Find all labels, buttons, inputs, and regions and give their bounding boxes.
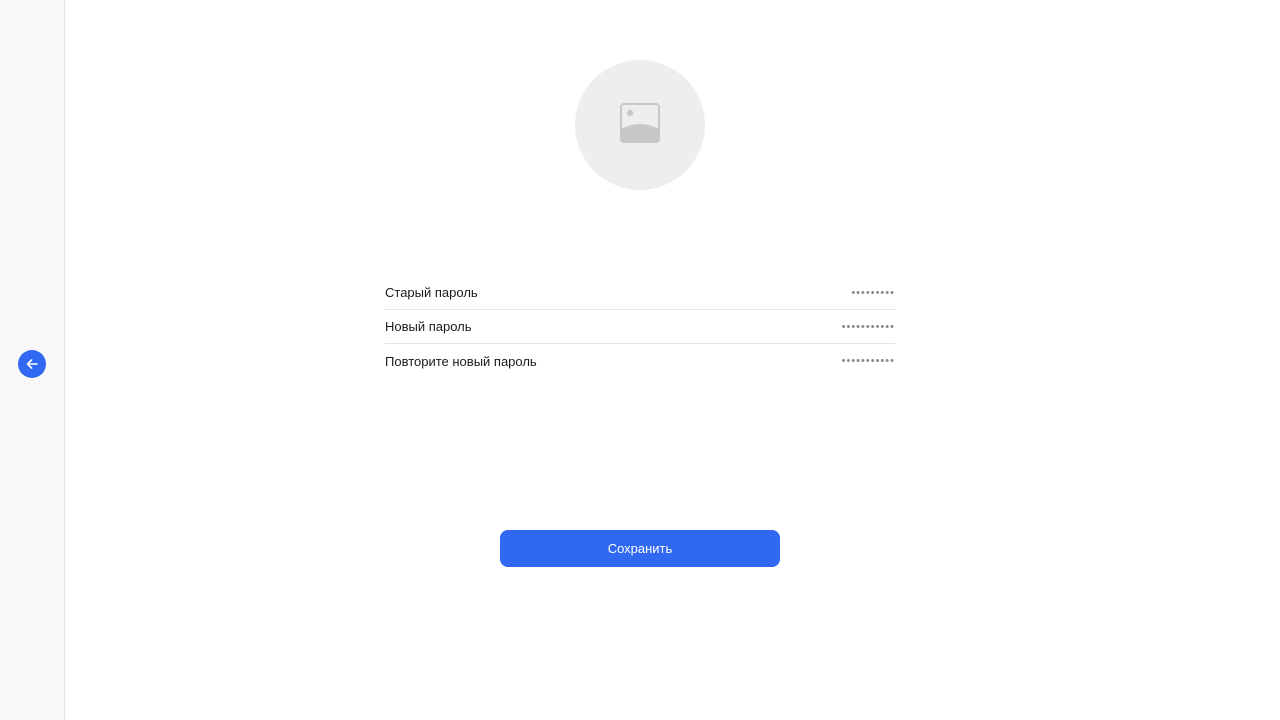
save-button[interactable]: Сохранить <box>500 530 780 567</box>
old-password-field[interactable]: Старый пароль ••••••••• <box>385 276 895 310</box>
back-button[interactable] <box>18 350 46 378</box>
sidebar <box>0 0 65 720</box>
main-content: Старый пароль ••••••••• Новый пароль •••… <box>65 0 1280 720</box>
new-password-value[interactable]: ••••••••••• <box>842 321 895 333</box>
old-password-value[interactable]: ••••••••• <box>851 287 895 299</box>
repeat-password-label: Повторите новый пароль <box>385 353 537 369</box>
image-placeholder-icon <box>619 102 661 149</box>
new-password-label: Новый пароль <box>385 319 472 334</box>
repeat-password-field[interactable]: Повторите новый пароль ••••••••••• <box>385 344 895 378</box>
arrow-left-icon <box>25 357 39 371</box>
old-password-label: Старый пароль <box>385 285 478 300</box>
new-password-field[interactable]: Новый пароль ••••••••••• <box>385 310 895 344</box>
repeat-password-value[interactable]: ••••••••••• <box>842 355 895 367</box>
password-form: Старый пароль ••••••••• Новый пароль •••… <box>385 276 895 378</box>
avatar[interactable] <box>575 60 705 190</box>
